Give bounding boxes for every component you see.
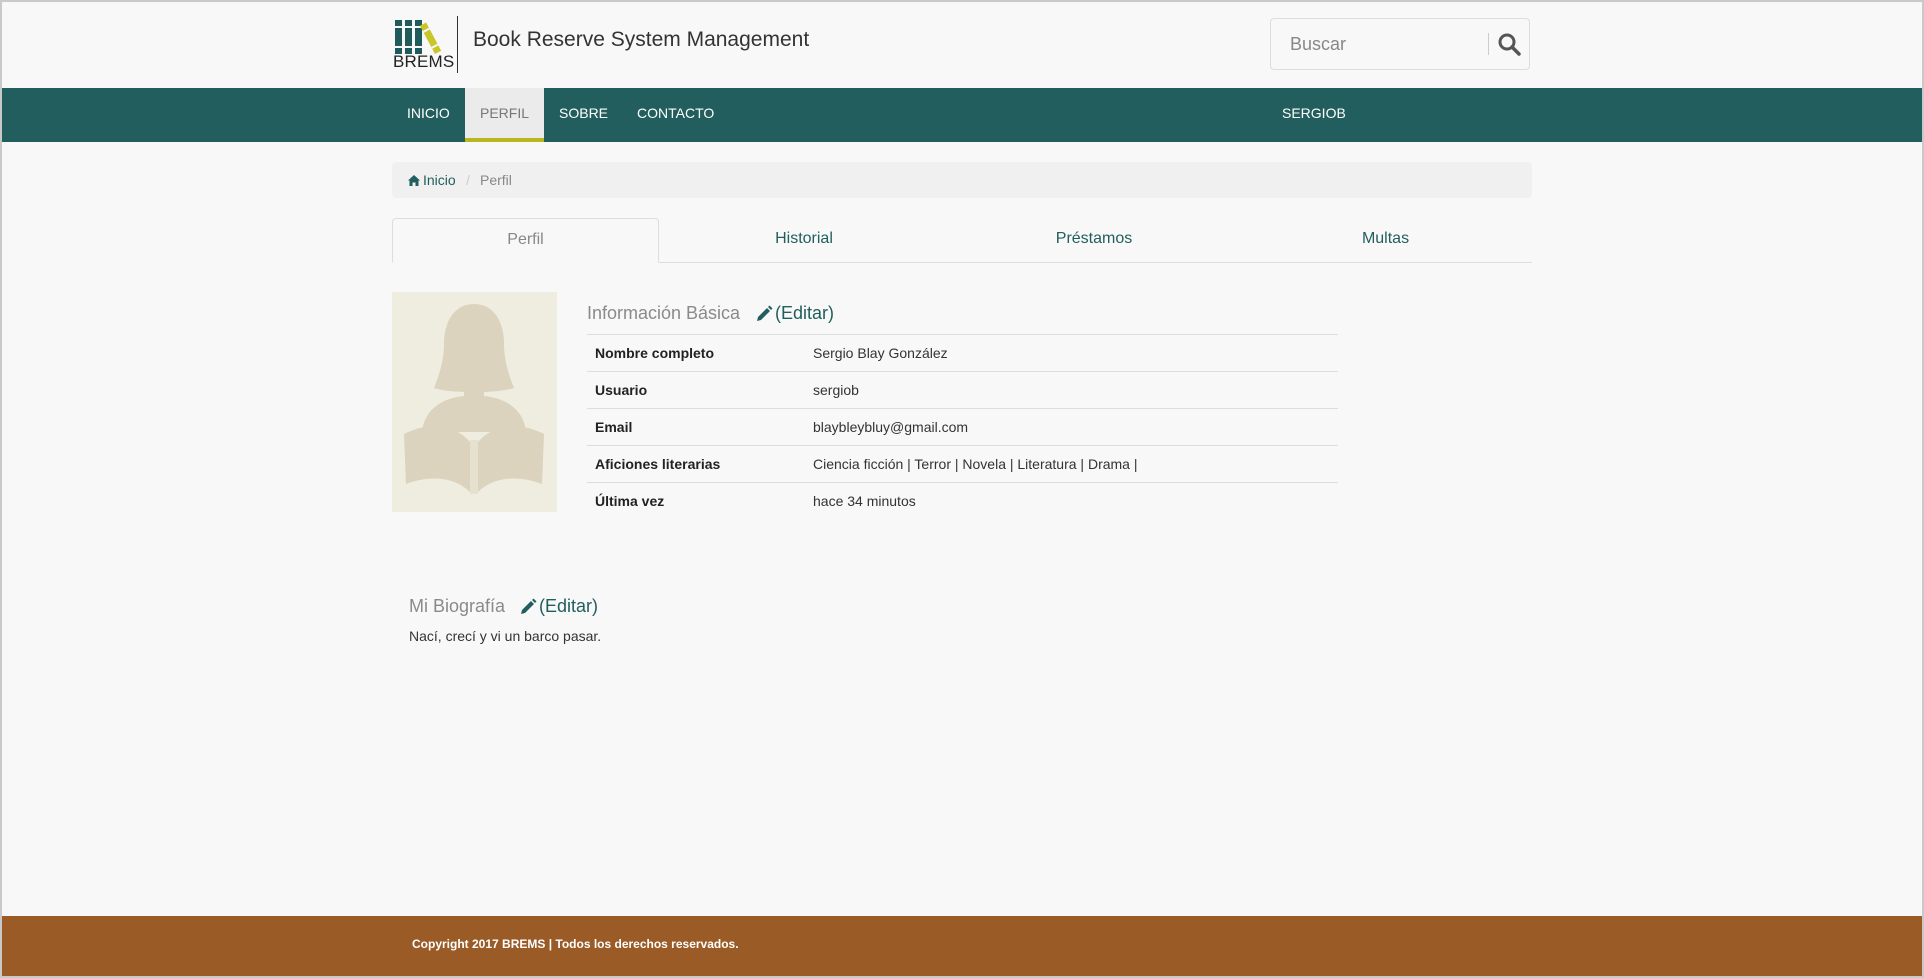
- edit-biography-link[interactable]: (Editar): [519, 596, 598, 617]
- info-value: Ciencia ficción | Terror | Novela | Lite…: [805, 445, 1338, 483]
- table-row: Última vez hace 34 minutos: [587, 482, 1338, 519]
- table-row: Aficiones literarias Ciencia ficción | T…: [587, 445, 1338, 483]
- tab-perfil[interactable]: Perfil: [392, 218, 659, 263]
- table-row: Usuario sergiob: [587, 371, 1338, 409]
- nav-item-contacto[interactable]: CONTACTO: [622, 88, 729, 142]
- info-key: Aficiones literarias: [587, 445, 805, 483]
- table-row: Email blaybleybluy@gmail.com: [587, 408, 1338, 446]
- search-box: [1270, 18, 1530, 70]
- logo-text: BREMS: [393, 52, 455, 71]
- avatar: [392, 292, 557, 512]
- tab-multas[interactable]: Multas: [1239, 218, 1532, 262]
- site-header: BREMS Book Reserve System Management: [0, 0, 1924, 88]
- home-icon: [408, 175, 420, 186]
- site-title: Book Reserve System Management: [473, 28, 810, 51]
- tab-prestamos[interactable]: Préstamos: [949, 218, 1239, 262]
- nav-item-perfil[interactable]: PERFIL: [465, 88, 545, 142]
- pencil-icon: [757, 305, 773, 321]
- basic-info-table: Nombre completo Sergio Blay González Usu…: [587, 334, 1338, 519]
- breadcrumb: Inicio / Perfil: [392, 162, 1532, 198]
- info-key: Última vez: [587, 482, 805, 519]
- edit-basic-info-link[interactable]: (Editar): [755, 303, 834, 324]
- search-button[interactable]: [1489, 19, 1529, 69]
- info-value: hace 34 minutos: [805, 482, 1338, 519]
- nav-item-sobre[interactable]: SOBRE: [544, 88, 623, 142]
- info-key: Usuario: [587, 371, 805, 409]
- edit-biography-label: (Editar): [539, 596, 599, 616]
- biography-text: Nací, crecí y vi un barco pasar.: [409, 628, 602, 644]
- nav-user-menu[interactable]: SERGIOB: [1267, 88, 1361, 142]
- info-value: blaybleybluy@gmail.com: [805, 408, 1338, 446]
- table-row: Nombre completo Sergio Blay González: [587, 334, 1338, 372]
- breadcrumb-home-link[interactable]: Inicio: [408, 162, 456, 198]
- info-key: Nombre completo: [587, 334, 805, 372]
- copyright-text: Copyright 2017 BREMS | Todos los derecho…: [412, 937, 739, 951]
- breadcrumb-separator: /: [466, 172, 470, 188]
- logo-divider: [457, 16, 458, 73]
- search-input[interactable]: [1272, 20, 1488, 68]
- profile-tabs: Perfil Historial Préstamos Multas: [392, 218, 1532, 263]
- tab-historial[interactable]: Historial: [659, 218, 949, 262]
- basic-info-title: Información Básica: [587, 303, 741, 323]
- breadcrumb-current: Perfil: [480, 172, 512, 188]
- info-value: Sergio Blay González: [805, 334, 1338, 372]
- breadcrumb-home-label: Inicio: [423, 172, 456, 188]
- site-footer: Copyright 2017 BREMS | Todos los derecho…: [0, 916, 1924, 978]
- edit-basic-info-label: (Editar): [775, 303, 835, 323]
- info-key: Email: [587, 408, 805, 446]
- main-nav: INICIO PERFIL SOBRE CONTACTO SERGIOB: [0, 88, 1924, 142]
- biography-title: Mi Biografía: [409, 596, 506, 616]
- reader-silhouette-icon: [404, 304, 544, 494]
- nav-item-inicio[interactable]: INICIO: [392, 88, 465, 142]
- pencil-icon: [521, 598, 537, 614]
- info-value: sergiob: [805, 371, 1338, 409]
- search-icon: [1498, 33, 1521, 56]
